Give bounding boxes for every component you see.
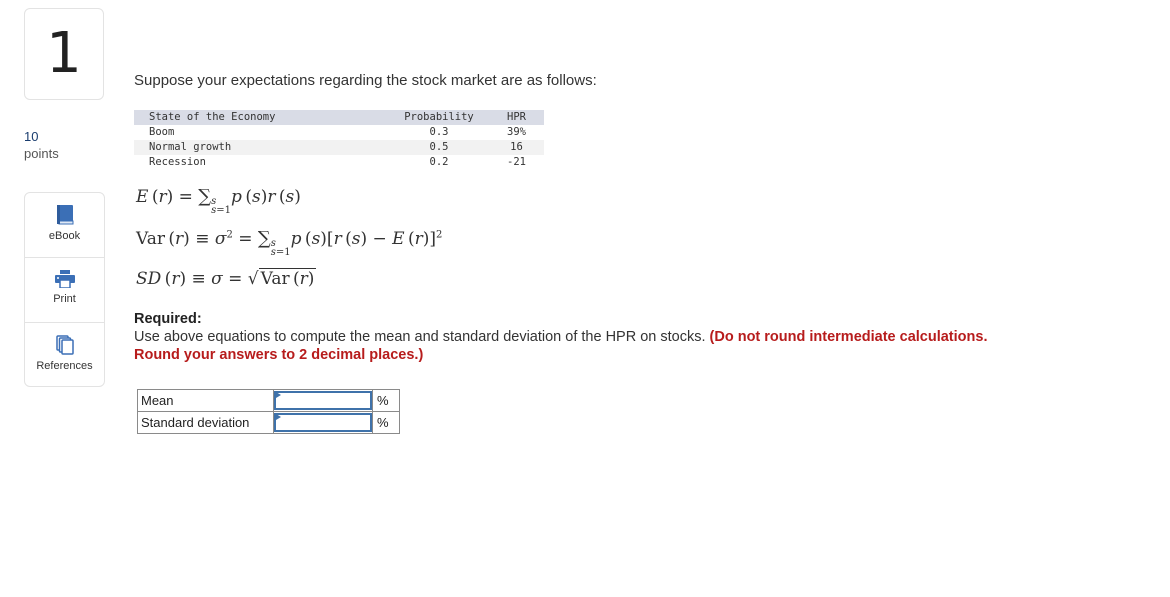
- answer-row-sd: Standard deviation %: [137, 411, 400, 434]
- cell-probability: 0.3: [429, 126, 449, 138]
- required-instructions: Use above equations to compute the mean …: [134, 328, 1094, 364]
- mean-label: Mean: [137, 389, 274, 412]
- cell-state: Boom: [149, 126, 175, 138]
- tools-panel: eBook Print References: [24, 192, 105, 387]
- table-header-row: State of the Economy Probability HPR: [134, 110, 544, 125]
- table-row: Boom 0.3 39%: [134, 125, 544, 140]
- printer-icon: [54, 270, 75, 288]
- book-icon: [56, 205, 74, 225]
- table-row: Normal growth 0.5 16: [134, 140, 544, 155]
- required-section: Required: Use above equations to compute…: [134, 310, 1094, 364]
- mean-unit: %: [372, 389, 400, 412]
- ebook-button[interactable]: eBook: [25, 193, 104, 258]
- cell-probability: 0.5: [429, 141, 449, 153]
- print-label: Print: [53, 293, 76, 305]
- sd-input[interactable]: [274, 413, 372, 432]
- sd-unit: %: [372, 411, 400, 434]
- references-label: References: [36, 360, 93, 372]
- input-flag-icon: [276, 414, 281, 420]
- points-label: points: [24, 146, 59, 161]
- question-number-box: 1: [24, 8, 104, 100]
- required-heading: Required:: [134, 311, 202, 327]
- cell-hpr: -21: [507, 156, 526, 168]
- cell-hpr: 39%: [507, 126, 526, 138]
- references-button[interactable]: References: [25, 323, 104, 388]
- header-probability: Probability: [404, 111, 474, 123]
- equation-variance: Var (r) ≡ σ2 = ∑ s s=1 p (s)[r (s) − E (r)]…: [136, 228, 443, 258]
- mean-input-cell: [273, 389, 373, 412]
- sd-label: Standard deviation: [137, 411, 274, 434]
- required-text: Use above equations to compute the mean …: [134, 329, 706, 345]
- table-row: Recession 0.2 -21: [134, 155, 544, 170]
- header-state: State of the Economy: [149, 111, 276, 123]
- cell-hpr: 16: [510, 141, 523, 153]
- answer-table: Mean % Standard deviation %: [137, 389, 400, 434]
- equation-sd: SD (r) ≡ σ = √ Var (r): [136, 268, 317, 289]
- documents-icon: [55, 335, 74, 355]
- rounding-note-1: (Do not round intermediate calculations.: [709, 329, 988, 345]
- print-button[interactable]: Print: [25, 258, 104, 323]
- mean-input[interactable]: [274, 391, 372, 410]
- sd-input-cell: [273, 411, 373, 434]
- points-value: 10: [24, 129, 39, 144]
- answer-row-mean: Mean %: [137, 389, 400, 412]
- header-hpr: HPR: [507, 111, 526, 123]
- input-flag-icon: [276, 392, 281, 398]
- ebook-label: eBook: [48, 230, 81, 242]
- cell-probability: 0.2: [429, 156, 449, 168]
- economy-table: State of the Economy Probability HPR Boo…: [134, 110, 544, 170]
- cell-state: Recession: [149, 156, 206, 168]
- points-info: 10 points: [24, 128, 59, 162]
- rounding-note-2: Round your answers to 2 decimal places.): [134, 347, 424, 363]
- equation-mean: E (r) = ∑ s s=1 p (s)r (s): [136, 186, 301, 216]
- question-number: 1: [46, 21, 82, 86]
- question-intro: Suppose your expectations regarding the …: [134, 72, 597, 89]
- cell-state: Normal growth: [149, 141, 232, 153]
